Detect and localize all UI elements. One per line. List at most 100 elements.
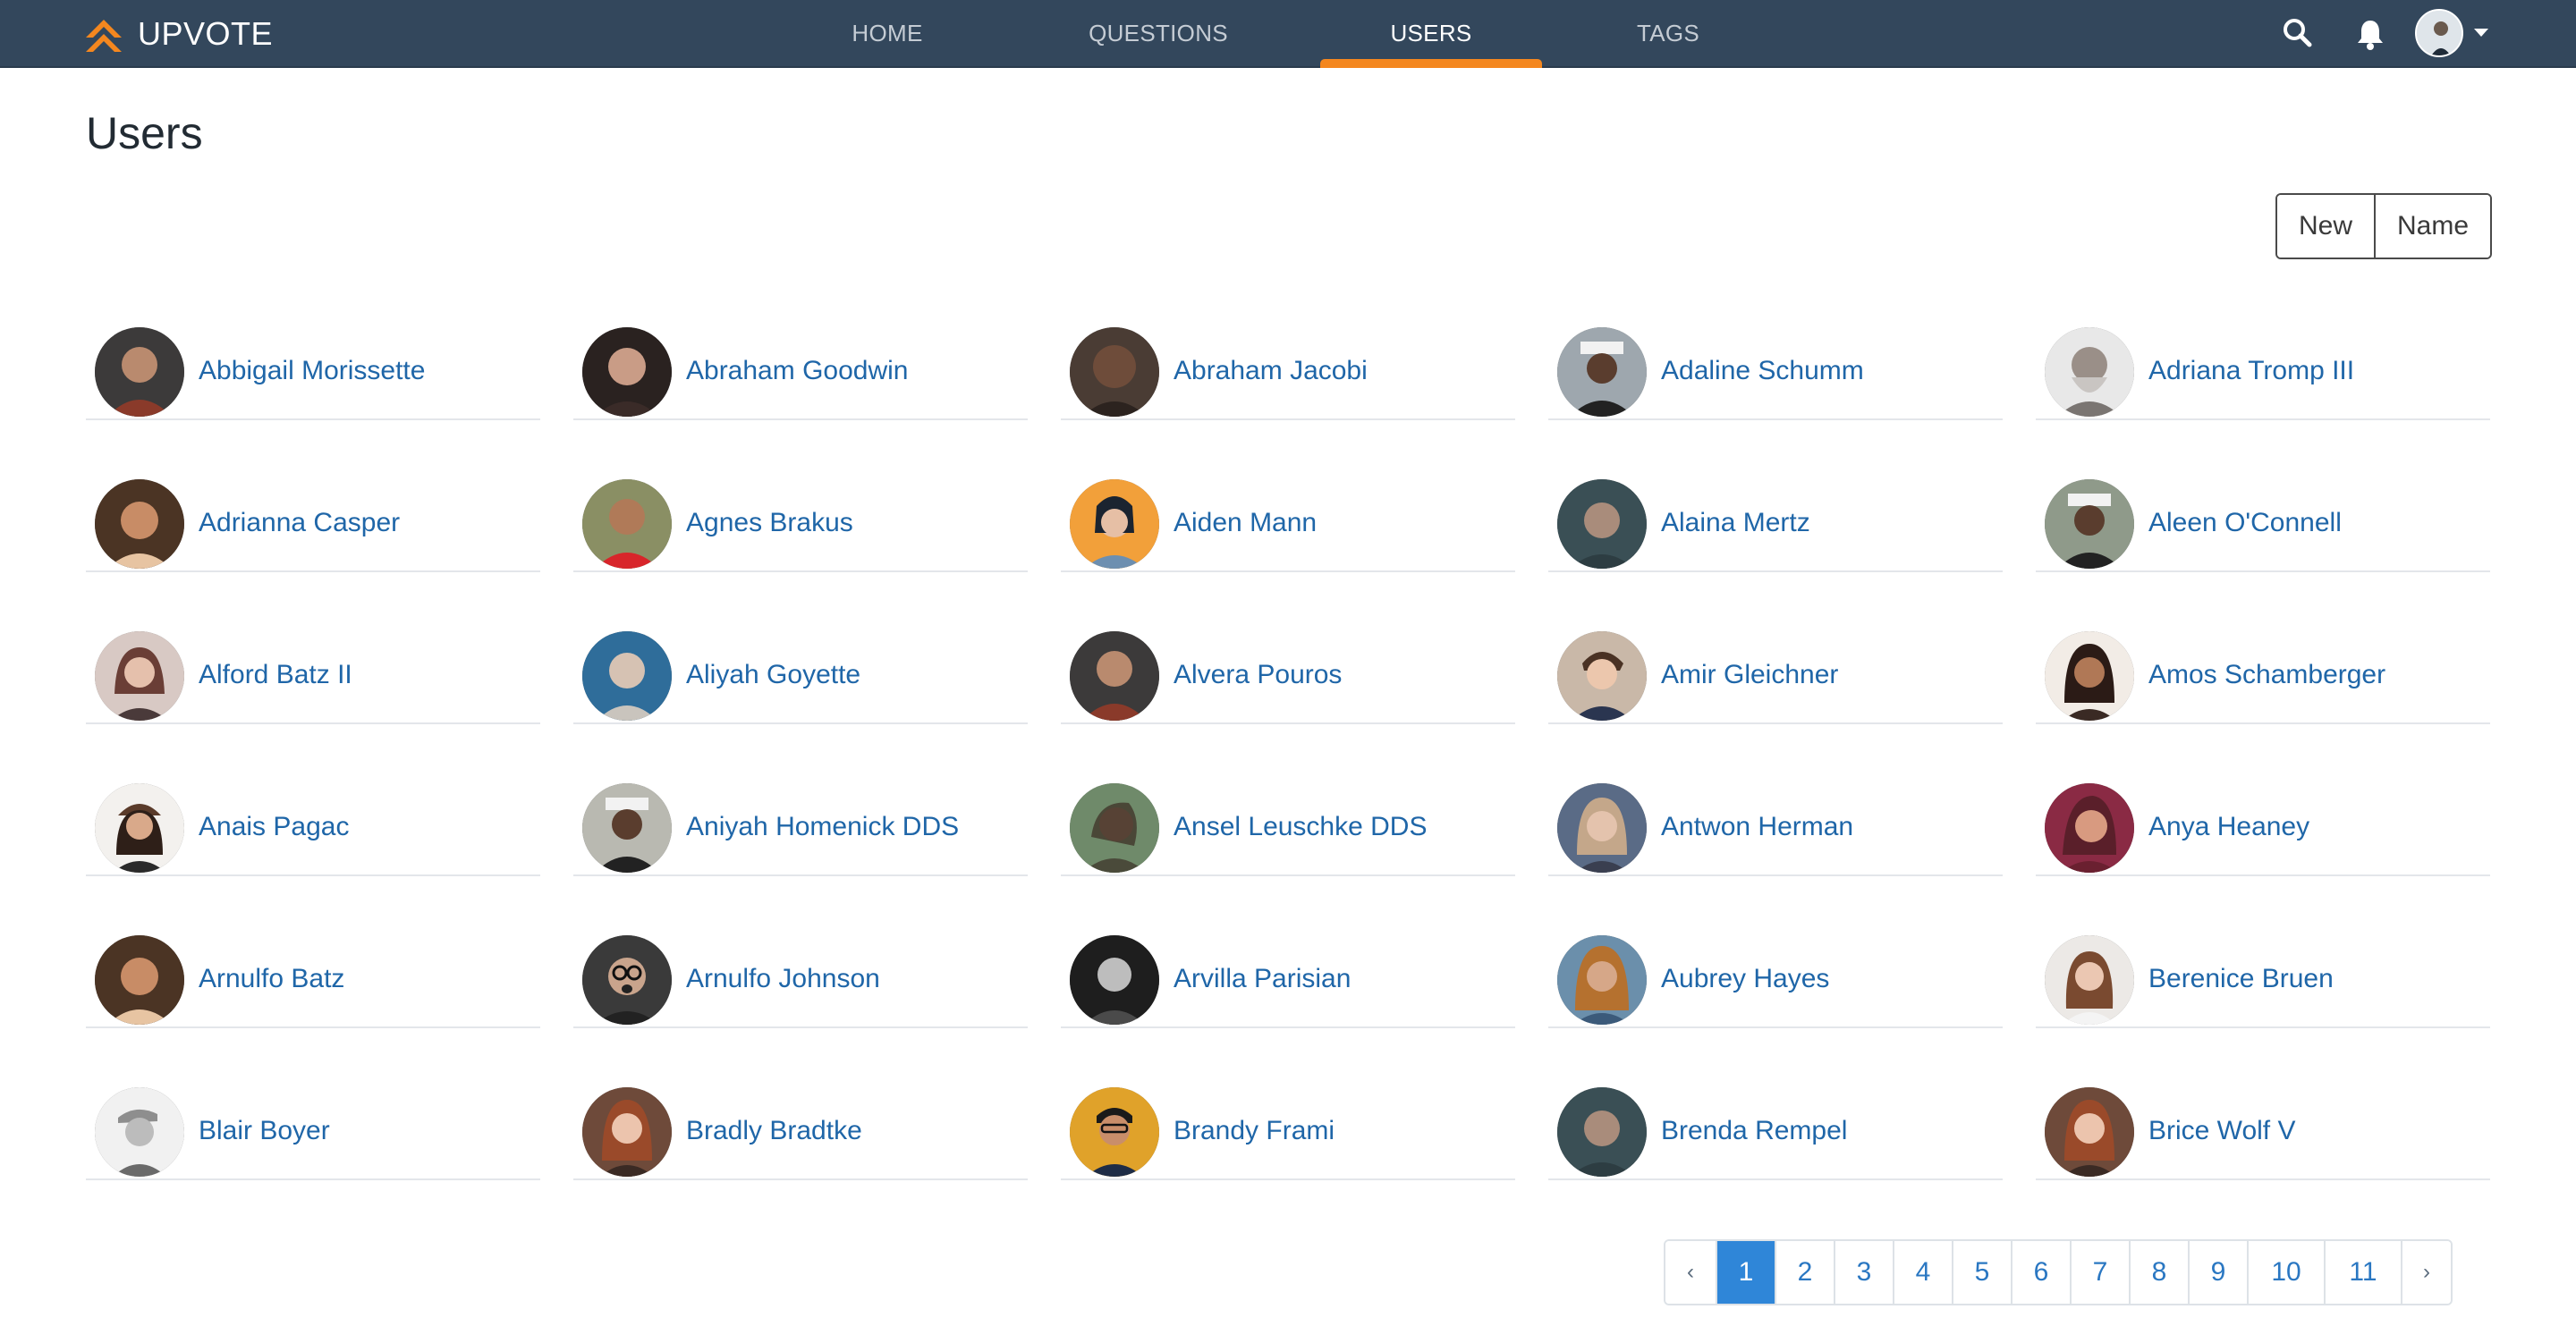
nav-questions[interactable]: QUESTIONS [1084, 0, 1233, 68]
user-card[interactable]: Abraham Goodwin [573, 309, 1028, 420]
user-card[interactable]: Aniyah Homenick DDS [573, 765, 1028, 876]
pagination-page-1[interactable]: 1 [1716, 1241, 1775, 1304]
user-name-link[interactable]: Agnes Brakus [686, 508, 853, 538]
user-avatar[interactable] [1070, 783, 1159, 873]
pagination-page-6[interactable]: 6 [2011, 1241, 2070, 1304]
user-avatar[interactable] [2045, 479, 2134, 569]
pagination-prev-button[interactable]: ‹ [1665, 1241, 1716, 1304]
nav-tags[interactable]: TAGS [1619, 0, 1717, 68]
user-avatar[interactable] [2045, 631, 2134, 721]
user-avatar[interactable] [582, 631, 672, 721]
user-card[interactable]: Amir Gleichner [1548, 613, 2003, 724]
pagination-page-3[interactable]: 3 [1834, 1241, 1893, 1304]
user-avatar[interactable] [582, 1087, 672, 1177]
user-name-link[interactable]: Abraham Jacobi [1174, 356, 1368, 386]
user-card[interactable]: Agnes Brakus [573, 461, 1028, 572]
pagination-page-7[interactable]: 7 [2070, 1241, 2129, 1304]
user-name-link[interactable]: Amir Gleichner [1661, 660, 1838, 690]
search-icon[interactable] [2281, 16, 2313, 48]
user-avatar[interactable] [1557, 1087, 1647, 1177]
user-name-link[interactable]: Brice Wolf V [2148, 1116, 2296, 1146]
user-avatar[interactable] [95, 1087, 184, 1177]
user-card[interactable]: Bradly Bradtke [573, 1069, 1028, 1180]
current-user-avatar[interactable] [2415, 9, 2463, 57]
user-avatar[interactable] [2045, 327, 2134, 417]
user-avatar[interactable] [1070, 1087, 1159, 1177]
sort-name-button[interactable]: Name [2374, 195, 2491, 258]
user-avatar[interactable] [1070, 631, 1159, 721]
user-name-link[interactable]: Bradly Bradtke [686, 1116, 862, 1146]
user-name-link[interactable]: Aniyah Homenick DDS [686, 812, 959, 842]
user-card[interactable]: Aleen O'Connell [2036, 461, 2490, 572]
user-name-link[interactable]: Amos Schamberger [2148, 660, 2385, 690]
user-name-link[interactable]: Brenda Rempel [1661, 1116, 1847, 1146]
user-name-link[interactable]: Arnulfo Johnson [686, 964, 880, 994]
user-card[interactable]: Arnulfo Batz [86, 917, 540, 1028]
pagination-page-11[interactable]: 11 [2324, 1241, 2401, 1304]
user-avatar[interactable] [95, 783, 184, 873]
user-avatar[interactable] [2045, 783, 2134, 873]
user-card[interactable]: Adriana Tromp III [2036, 309, 2490, 420]
user-card[interactable]: Ansel Leuschke DDS [1061, 765, 1515, 876]
user-card[interactable]: Brice Wolf V [2036, 1069, 2490, 1180]
user-name-link[interactable]: Adriana Tromp III [2148, 356, 2354, 386]
user-avatar[interactable] [1070, 935, 1159, 1025]
bell-icon[interactable] [2356, 18, 2385, 50]
pagination-page-9[interactable]: 9 [2188, 1241, 2247, 1304]
user-name-link[interactable]: Aubrey Hayes [1661, 964, 1829, 994]
user-name-link[interactable]: Aiden Mann [1174, 508, 1317, 538]
sort-new-button[interactable]: New [2277, 195, 2375, 258]
user-card[interactable]: Anais Pagac [86, 765, 540, 876]
user-name-link[interactable]: Berenice Bruen [2148, 964, 2334, 994]
user-card[interactable]: Arnulfo Johnson [573, 917, 1028, 1028]
user-avatar[interactable] [1557, 783, 1647, 873]
user-card[interactable]: Adaline Schumm [1548, 309, 2003, 420]
brand-home-link[interactable]: UPVOTE [82, 13, 273, 55]
user-card[interactable]: Blair Boyer [86, 1069, 540, 1180]
user-name-link[interactable]: Arvilla Parisian [1174, 964, 1351, 994]
user-card[interactable]: Berenice Bruen [2036, 917, 2490, 1028]
user-avatar[interactable] [95, 479, 184, 569]
user-name-link[interactable]: Arnulfo Batz [199, 964, 344, 994]
user-avatar[interactable] [1070, 327, 1159, 417]
user-name-link[interactable]: Alaina Mertz [1661, 508, 1810, 538]
user-card[interactable]: Aiden Mann [1061, 461, 1515, 572]
user-card[interactable]: Amos Schamberger [2036, 613, 2490, 724]
user-avatar[interactable] [582, 935, 672, 1025]
user-avatar[interactable] [1557, 479, 1647, 569]
user-card[interactable]: Alaina Mertz [1548, 461, 2003, 572]
user-name-link[interactable]: Antwon Herman [1661, 812, 1853, 842]
user-name-link[interactable]: Abraham Goodwin [686, 356, 908, 386]
user-card[interactable]: Anya Heaney [2036, 765, 2490, 876]
user-name-link[interactable]: Ansel Leuschke DDS [1174, 812, 1427, 842]
user-card[interactable]: Antwon Herman [1548, 765, 2003, 876]
pagination-next-button[interactable]: › [2401, 1241, 2451, 1304]
user-card[interactable]: Abraham Jacobi [1061, 309, 1515, 420]
user-card[interactable]: Brandy Frami [1061, 1069, 1515, 1180]
user-name-link[interactable]: Alford Batz II [199, 660, 352, 690]
user-avatar[interactable] [95, 935, 184, 1025]
nav-users[interactable]: USERS [1356, 0, 1506, 68]
user-avatar[interactable] [1557, 935, 1647, 1025]
pagination-page-4[interactable]: 4 [1893, 1241, 1952, 1304]
pagination-page-8[interactable]: 8 [2129, 1241, 2188, 1304]
user-menu-caret-icon[interactable] [2474, 29, 2488, 37]
user-avatar[interactable] [95, 631, 184, 721]
user-name-link[interactable]: Anya Heaney [2148, 812, 2309, 842]
user-card[interactable]: Aliyah Goyette [573, 613, 1028, 724]
user-card[interactable]: Alvera Pouros [1061, 613, 1515, 724]
user-avatar[interactable] [2045, 935, 2134, 1025]
user-card[interactable]: Aubrey Hayes [1548, 917, 2003, 1028]
user-card[interactable]: Abbigail Morissette [86, 309, 540, 420]
user-name-link[interactable]: Blair Boyer [199, 1116, 330, 1146]
user-card[interactable]: Alford Batz II [86, 613, 540, 724]
user-card[interactable]: Adrianna Casper [86, 461, 540, 572]
user-avatar[interactable] [582, 479, 672, 569]
pagination-page-5[interactable]: 5 [1952, 1241, 2011, 1304]
user-avatar[interactable] [1070, 479, 1159, 569]
user-name-link[interactable]: Anais Pagac [199, 812, 349, 842]
user-name-link[interactable]: Aleen O'Connell [2148, 508, 2342, 538]
user-avatar[interactable] [582, 783, 672, 873]
user-avatar[interactable] [95, 327, 184, 417]
user-card[interactable]: Arvilla Parisian [1061, 917, 1515, 1028]
